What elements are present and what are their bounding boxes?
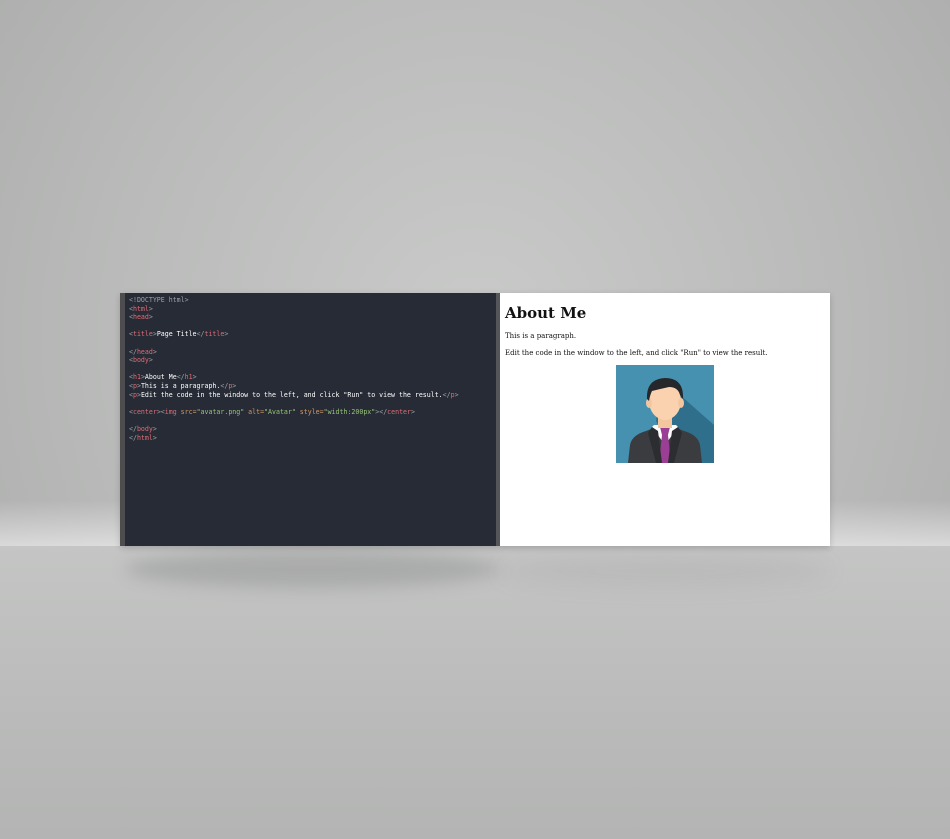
pane-resize-divider[interactable] xyxy=(496,293,500,546)
code-token: > xyxy=(152,424,157,433)
code-token: </ xyxy=(129,433,137,442)
code-token: > xyxy=(192,373,197,382)
code-token: img xyxy=(164,407,177,416)
code-line: </head> xyxy=(129,348,496,357)
code-token: html xyxy=(132,304,149,313)
code-token: <!DOCTYPE html> xyxy=(129,296,189,304)
preview-paragraph-1: This is a paragraph. xyxy=(505,332,577,340)
code-token: </ xyxy=(176,373,185,382)
code-token: "width:200px" xyxy=(323,407,376,416)
code-token: > xyxy=(148,313,153,322)
code-token: > xyxy=(411,407,415,416)
code-line: </html> xyxy=(129,434,496,443)
code-token: h1 xyxy=(132,373,141,382)
code-editor-pane: <!DOCTYPE html> <html> <head> <title>Page T… xyxy=(120,293,500,546)
code-token: body xyxy=(136,424,153,433)
avatar-businessman-icon xyxy=(616,365,714,463)
code-token: </ xyxy=(442,390,451,399)
preview-paragraph-2: Edit the code in the window to the left,… xyxy=(505,349,768,357)
code-line: <center><img src="avatar.png" alt="Avata… xyxy=(129,408,496,417)
code-token: head xyxy=(132,313,149,322)
result-preview-pane: About Me This is a paragraph. Edit the c… xyxy=(500,293,830,546)
code-token: title xyxy=(204,330,225,339)
code-token: > xyxy=(454,390,459,399)
code-token: head xyxy=(136,347,153,356)
code-token: > xyxy=(148,356,153,365)
code-token: "avatar.png" xyxy=(196,407,245,416)
code-line: <!DOCTYPE html> xyxy=(129,296,496,305)
code-token: </ xyxy=(129,347,137,356)
preview-reflection-shadow xyxy=(500,556,830,586)
code-token: > xyxy=(224,330,229,339)
code-line: </body> xyxy=(129,425,496,434)
editor-reflection-shadow xyxy=(125,550,500,588)
code-token: h1 xyxy=(184,373,193,382)
code-token: style= xyxy=(295,407,324,416)
code-line: <title>Page Title</title> xyxy=(129,330,496,339)
code-line: <head> xyxy=(129,313,496,322)
code-token: > xyxy=(232,381,237,390)
code-line: <body> xyxy=(129,356,496,365)
code-token: </ xyxy=(379,407,388,416)
code-line: <h1>About Me</h1> xyxy=(129,373,496,382)
code-token: title xyxy=(132,330,153,339)
code-token: This is a paragraph. xyxy=(140,381,221,390)
code-token: center xyxy=(132,407,157,416)
code-token: alt= xyxy=(244,407,265,416)
try-it-editor-mockup: <!DOCTYPE html> <html> <head> <title>Page T… xyxy=(120,293,830,546)
code-token: src= xyxy=(176,407,197,416)
code-token: > xyxy=(152,433,157,442)
code-line: <p>This is a paragraph.</p> xyxy=(129,382,496,391)
code-line: <p>Edit the code in the window to the le… xyxy=(129,391,496,400)
code-token: Page Title xyxy=(156,330,197,339)
code-token: > xyxy=(148,304,153,313)
code-token: html xyxy=(136,433,153,442)
code-token: > xyxy=(152,347,157,356)
code-token: "Avatar" xyxy=(264,407,296,416)
preview-center-block xyxy=(505,365,830,467)
code-token: body xyxy=(132,356,149,365)
code-token: center xyxy=(387,407,411,416)
preview-heading: About Me xyxy=(505,304,587,322)
floor-surface xyxy=(0,546,950,839)
code-line: <html> xyxy=(129,305,496,314)
code-token: Edit the code in the window to the left,… xyxy=(140,390,443,399)
code-editor-text-area[interactable]: <!DOCTYPE html> <html> <head> <title>Page T… xyxy=(125,293,496,546)
code-token: About Me xyxy=(144,373,177,382)
code-token: </ xyxy=(129,424,137,433)
